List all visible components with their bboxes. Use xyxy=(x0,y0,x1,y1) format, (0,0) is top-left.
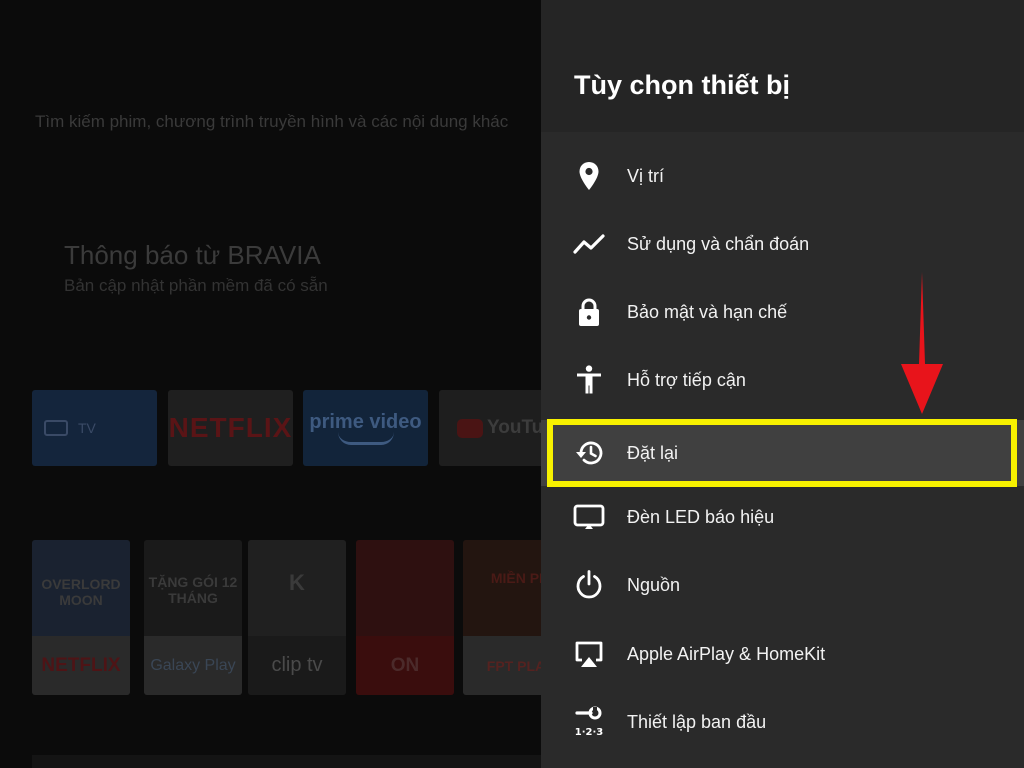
menu-item-airplay-homekit[interactable]: Apple AirPlay & HomeKit xyxy=(541,621,1024,687)
accessibility-icon xyxy=(573,364,605,396)
app-tile-label: prime video xyxy=(309,411,422,433)
panel-title: Tùy chọn thiết bị xyxy=(574,70,790,100)
media-brand: NETFLIX xyxy=(32,636,130,695)
airplay-icon xyxy=(573,638,605,670)
media-tile[interactable]: K clip tv xyxy=(248,540,346,695)
poster-text: OVERLORD MOON xyxy=(41,576,121,608)
location-pin-icon xyxy=(573,160,605,192)
home-screen-background: Tìm kiếm phim, chương trình truyền hình … xyxy=(0,0,545,768)
media-poster: K xyxy=(248,540,346,636)
media-brand: Galaxy Play xyxy=(144,636,242,695)
menu-item-initial-setup[interactable]: 1·2·3 Thiết lập ban đầu xyxy=(541,689,1024,755)
media-brand: clip tv xyxy=(248,636,346,695)
media-tile[interactable]: ON xyxy=(356,540,454,695)
media-brand: ON xyxy=(356,636,454,695)
youtube-play-icon xyxy=(457,418,483,438)
menu-item-usage-diagnostics[interactable]: Sử dụng và chẩn đoán xyxy=(541,211,1024,277)
history-icon xyxy=(573,437,605,469)
menu-item-label: Đặt lại xyxy=(627,442,679,463)
menu-item-label: Thiết lập ban đầu xyxy=(627,711,767,732)
app-tile-netflix[interactable]: NETFLIX xyxy=(168,390,293,466)
poster-text: MIỀN PH xyxy=(490,570,545,586)
poster-text: TẶNG GÓI 12 THÁNG xyxy=(148,574,238,606)
prime-smile-icon xyxy=(337,432,394,445)
menu-item-label: Bảo mật và hạn chế xyxy=(627,301,788,322)
monitor-icon xyxy=(573,501,605,533)
menu-item-label: Đèn LED báo hiệu xyxy=(627,506,775,527)
app-tile-label: TV xyxy=(78,420,96,436)
panel-header: Tùy chọn thiết bị xyxy=(541,0,1024,132)
tv-icon xyxy=(44,420,68,436)
power-icon xyxy=(573,569,605,601)
menu-item-reset[interactable]: Đặt lại xyxy=(541,420,1024,486)
menu-item-label: Vị trí xyxy=(627,165,665,186)
app-tile-label: NETFLIX xyxy=(168,412,293,443)
lock-icon xyxy=(573,296,605,328)
next-row-strip xyxy=(32,755,545,768)
device-options-panel: Tùy chọn thiết bị Vị trí Sử dụng và chẩn… xyxy=(541,0,1024,768)
media-tile[interactable]: MIỀN PH FPT PLAY xyxy=(463,540,545,695)
menu-item-accessibility[interactable]: Hỗ trợ tiếp cận xyxy=(541,347,1024,413)
app-tile-label: YouTube xyxy=(487,417,545,438)
media-tile[interactable]: OVERLORD MOON NETFLIX xyxy=(32,540,130,695)
svg-text:1·2·3: 1·2·3 xyxy=(575,727,604,738)
trend-line-icon xyxy=(573,228,605,260)
menu-item-power[interactable]: Nguồn xyxy=(541,552,1024,618)
setup-tool-icon: 1·2·3 xyxy=(573,706,605,738)
menu-item-label: Nguồn xyxy=(627,574,681,595)
media-tile[interactable]: TẶNG GÓI 12 THÁNG Galaxy Play xyxy=(144,540,242,695)
media-poster: TẶNG GÓI 12 THÁNG xyxy=(144,540,242,636)
app-tile-prime-video[interactable]: prime video xyxy=(303,390,428,466)
menu-item-led-indicator[interactable]: Đèn LED báo hiệu xyxy=(541,484,1024,550)
menu-item-label: Sử dụng và chẩn đoán xyxy=(627,233,810,254)
media-brand: FPT PLAY xyxy=(463,636,545,695)
notification-title: Thông báo từ BRAVIA xyxy=(64,240,321,270)
menu-item-label: Hỗ trợ tiếp cận xyxy=(627,369,746,390)
media-poster xyxy=(356,540,454,636)
search-hint: Tìm kiếm phim, chương trình truyền hình … xyxy=(35,112,509,131)
notification-subtitle: Bản cập nhật phần mềm đã có sẵn xyxy=(64,276,328,295)
menu-item-location[interactable]: Vị trí xyxy=(541,143,1024,209)
media-poster: MIỀN PH xyxy=(463,540,545,636)
menu-item-label: Apple AirPlay & HomeKit xyxy=(627,643,826,664)
poster-text: K xyxy=(289,570,305,595)
menu-item-security-restrictions[interactable]: Bảo mật và hạn chế xyxy=(541,279,1024,345)
app-tile-youtube[interactable]: YouTube xyxy=(439,390,545,466)
app-tile-tv[interactable]: TV xyxy=(32,390,157,466)
media-poster: OVERLORD MOON xyxy=(32,540,130,636)
